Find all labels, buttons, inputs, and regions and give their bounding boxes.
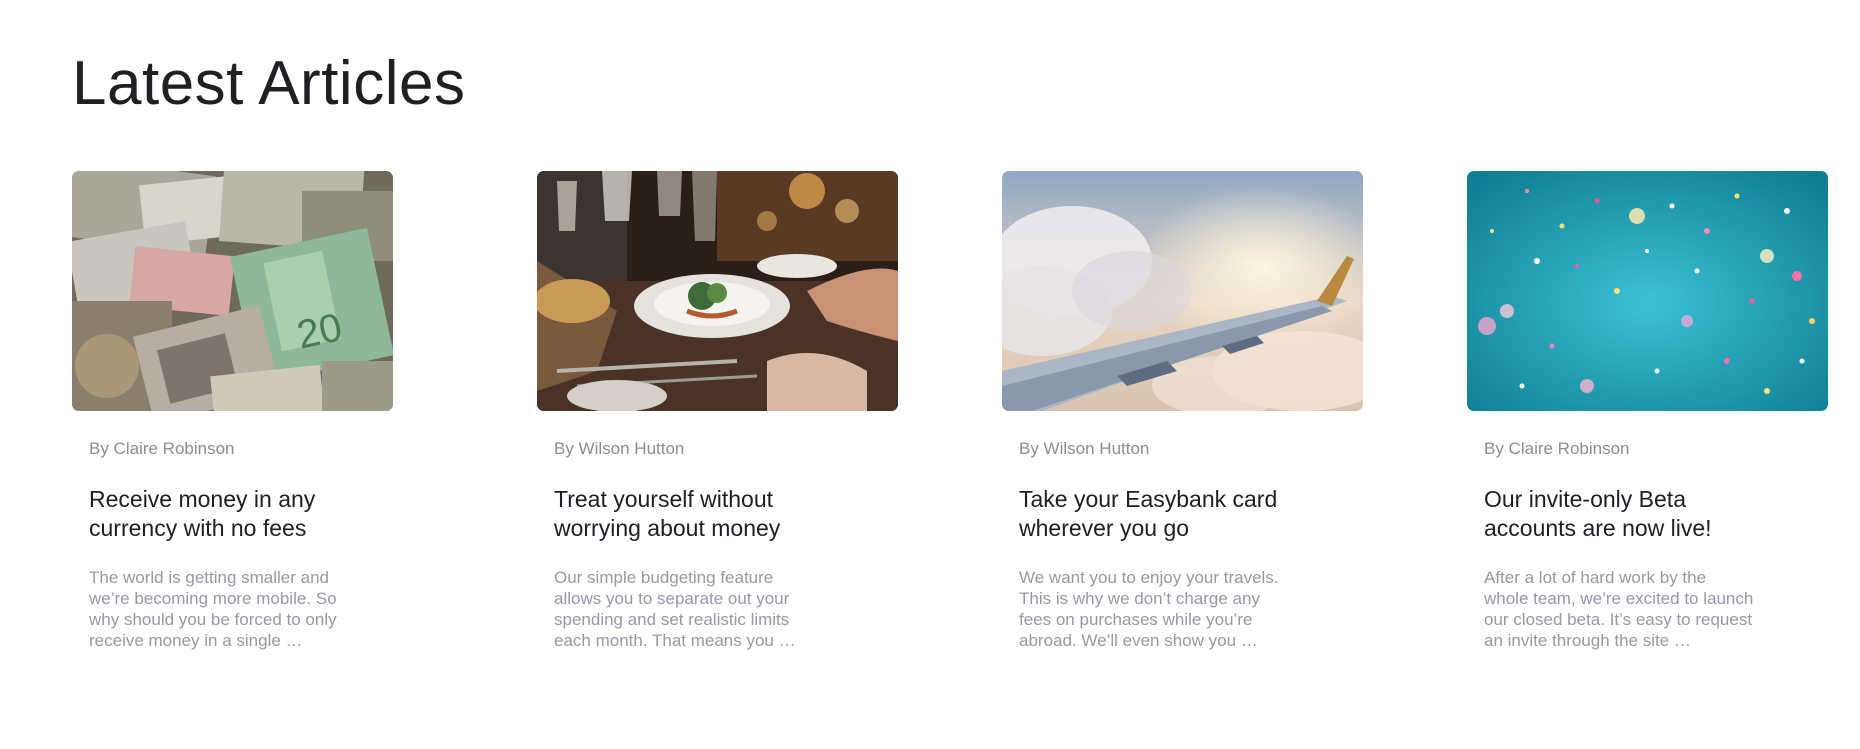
- article-excerpt-line: We want you to enjoy your travels.: [1019, 567, 1279, 587]
- latest-articles-section: Latest Articles 20 By Claire Robinson Re…: [0, 0, 1860, 749]
- article-excerpt-line: whole team, we’re excited to launch: [1484, 588, 1754, 608]
- article-title[interactable]: Our invite-only Beta accounts are now li…: [1484, 485, 1820, 543]
- article-excerpt-line: allows you to separate out your: [554, 588, 790, 608]
- article-title-line: Our invite-only Beta: [1484, 486, 1686, 513]
- article-title[interactable]: Receive money in any currency with no fe…: [89, 485, 425, 543]
- article-excerpt-line: each month. That means you …: [554, 630, 796, 650]
- section-title: Latest Articles: [72, 49, 466, 118]
- article-author: By Wilson Hutton: [554, 439, 685, 458]
- article-author: By Claire Robinson: [1484, 439, 1630, 458]
- article-excerpt: After a lot of hard work by the whole te…: [1484, 567, 1820, 651]
- article-excerpt-line: spending and set realistic limits: [554, 609, 790, 629]
- article-title[interactable]: Take your Easybank card wherever you go: [1019, 485, 1355, 543]
- article-title-line: worrying about money: [554, 514, 781, 541]
- article-excerpt-line: an invite through the site …: [1484, 630, 1691, 650]
- article-excerpt: The world is getting smaller and we’re b…: [89, 567, 425, 651]
- article-title-line: Receive money in any: [89, 486, 316, 513]
- article-title-line: currency with no fees: [89, 514, 307, 541]
- article-excerpt-line: our closed beta. It’s easy to request: [1484, 609, 1753, 629]
- article-card[interactable]: By Claire Robinson Our invite-only Beta …: [1467, 171, 1837, 651]
- article-title-line: wherever you go: [1019, 514, 1190, 541]
- restaurant-dinner-image[interactable]: [537, 171, 898, 411]
- article-title[interactable]: Treat yourself without worrying about mo…: [554, 485, 890, 543]
- currency-banknotes-image[interactable]: 20: [72, 171, 393, 411]
- article-author: By Claire Robinson: [89, 439, 235, 458]
- article-author: By Wilson Hutton: [1019, 439, 1150, 458]
- article-excerpt-line: After a lot of hard work by the: [1484, 567, 1707, 587]
- airplane-wing-image[interactable]: [1002, 171, 1363, 411]
- article-excerpt: We want you to enjoy your travels. This …: [1019, 567, 1355, 651]
- svg-text:20: 20: [293, 305, 346, 357]
- article-title-line: accounts are now live!: [1484, 514, 1712, 541]
- article-card[interactable]: By Wilson Hutton Take your Easybank card…: [1002, 171, 1372, 651]
- article-excerpt-line: This is why we don’t charge any: [1019, 588, 1260, 608]
- article-excerpt-line: why should you be forced to only: [89, 609, 337, 629]
- article-title-line: Treat yourself without: [554, 486, 774, 513]
- article-excerpt-line: abroad. We’ll even show you …: [1019, 630, 1258, 650]
- confetti-image[interactable]: [1467, 171, 1828, 411]
- article-excerpt: Our simple budgeting feature allows you …: [554, 567, 890, 651]
- article-card[interactable]: 20 By Claire Robinson Receive money in a…: [72, 171, 442, 651]
- article-excerpt-line: The world is getting smaller and: [89, 567, 330, 587]
- article-excerpt-line: Our simple budgeting feature: [554, 567, 774, 587]
- article-title-line: Take your Easybank card: [1019, 486, 1278, 513]
- article-card[interactable]: By Wilson Hutton Treat yourself without …: [537, 171, 907, 651]
- article-excerpt-line: fees on purchases while you’re: [1019, 609, 1253, 629]
- article-excerpt-line: we’re becoming more mobile. So: [89, 588, 337, 608]
- article-excerpt-line: receive money in a single …: [89, 630, 303, 650]
